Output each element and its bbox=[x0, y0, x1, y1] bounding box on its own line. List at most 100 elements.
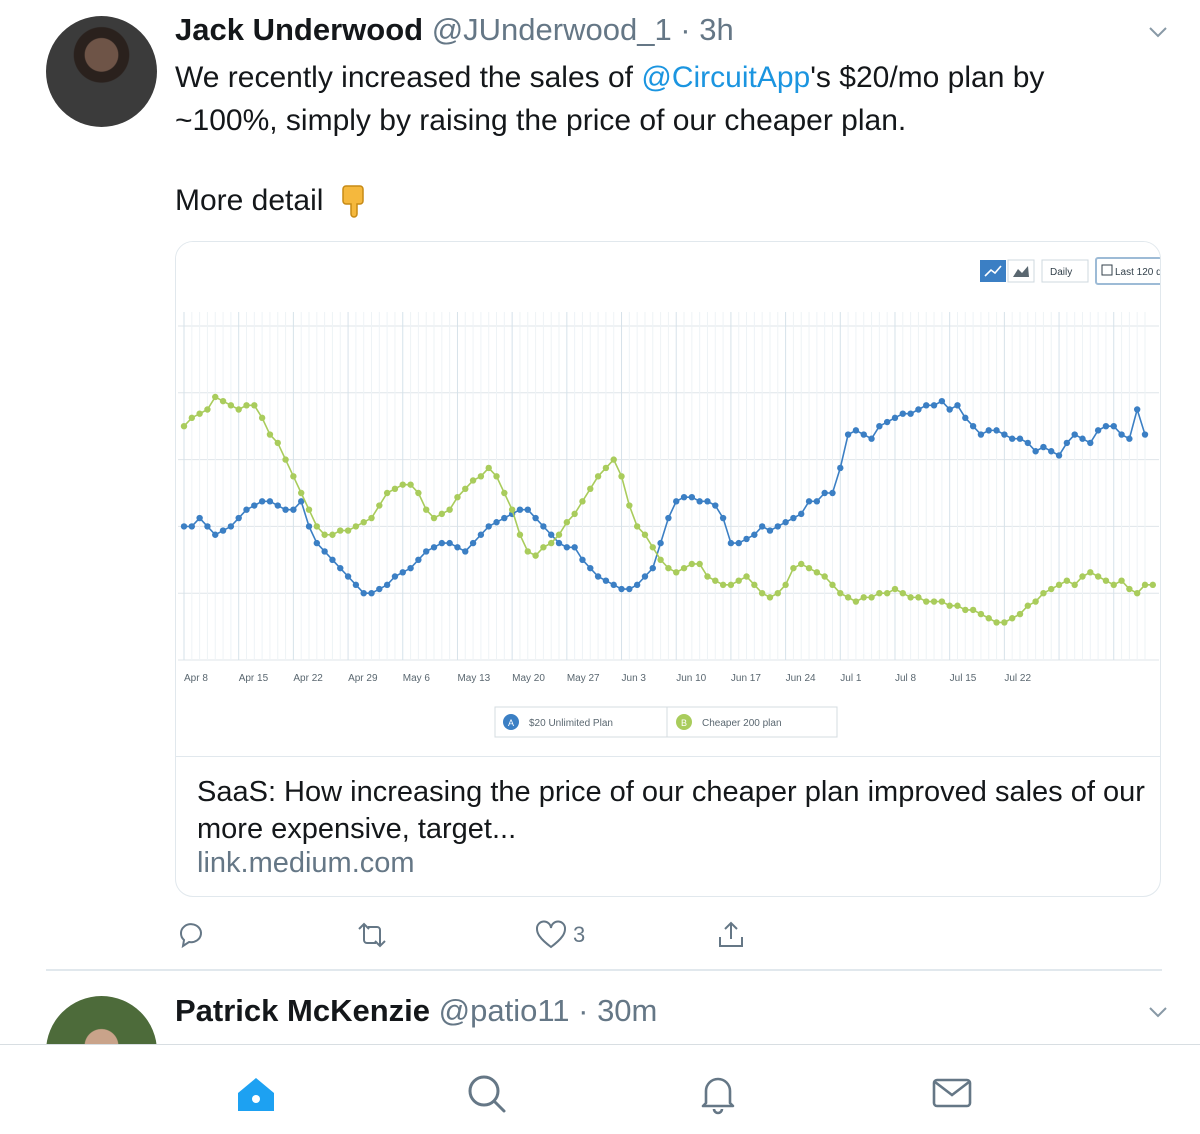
more-detail-label: More detail bbox=[175, 184, 324, 217]
series-point-1 bbox=[782, 581, 789, 589]
chart-controls: Daily Last 120 d bbox=[980, 257, 1161, 285]
author-handle[interactable]: @JUnderwood_1 bbox=[432, 12, 672, 47]
series-point-0 bbox=[383, 581, 391, 589]
author-handle[interactable]: @patio11 bbox=[439, 993, 570, 1028]
series-point-1 bbox=[688, 560, 696, 568]
author-name[interactable]: Jack Underwood bbox=[175, 12, 423, 47]
series-point-0 bbox=[462, 548, 469, 555]
series-point-0 bbox=[219, 527, 227, 534]
author-name[interactable]: Patrick McKenzie bbox=[175, 993, 430, 1028]
series-point-1 bbox=[727, 581, 735, 589]
series-point-0 bbox=[680, 493, 688, 501]
series-point-0 bbox=[688, 493, 696, 501]
mention-link[interactable]: @CircuitApp bbox=[641, 61, 810, 94]
series-point-1 bbox=[1048, 585, 1055, 593]
tweet-time[interactable]: 3h bbox=[699, 12, 733, 47]
x-tick-label: Jun 3 bbox=[622, 673, 647, 684]
like-button[interactable]: 3 bbox=[535, 915, 585, 955]
series-point-1 bbox=[712, 577, 719, 584]
chart-grid bbox=[178, 312, 1159, 661]
series-point-1 bbox=[360, 519, 367, 526]
series-point-0 bbox=[946, 406, 953, 413]
x-tick-label: Apr 22 bbox=[293, 673, 323, 684]
series-point-0 bbox=[423, 548, 430, 555]
series-point-1 bbox=[1141, 581, 1149, 589]
area-chart-toggle bbox=[1007, 259, 1035, 283]
series-point-0 bbox=[274, 502, 281, 509]
tweet-actions: 3 bbox=[175, 915, 775, 955]
series-point-1 bbox=[352, 523, 360, 530]
series-point-0 bbox=[907, 410, 914, 417]
tweet-divider bbox=[46, 969, 1162, 971]
series-point-1 bbox=[454, 493, 461, 501]
series-point-1 bbox=[1079, 573, 1086, 580]
series-point-1 bbox=[626, 502, 633, 509]
series-point-0 bbox=[1087, 439, 1094, 447]
series-point-1 bbox=[899, 590, 906, 597]
series-point-0 bbox=[1055, 452, 1063, 459]
series-point-1 bbox=[993, 619, 1000, 626]
series-point-1 bbox=[462, 485, 469, 493]
series-point-1 bbox=[516, 531, 524, 538]
series-point-0 bbox=[1110, 423, 1117, 430]
series-point-1 bbox=[282, 456, 289, 463]
chevron-down-icon[interactable] bbox=[1146, 20, 1170, 44]
series-point-1 bbox=[508, 506, 516, 513]
series-point-1 bbox=[798, 560, 805, 568]
range-label: Last 120 d bbox=[1115, 267, 1161, 278]
tweet-time[interactable]: 30m bbox=[597, 993, 657, 1028]
reply-button[interactable] bbox=[175, 915, 207, 955]
search-icon[interactable] bbox=[464, 1071, 508, 1115]
share-button[interactable] bbox=[715, 915, 747, 955]
series-point-0 bbox=[712, 502, 719, 509]
series-point-0 bbox=[282, 506, 289, 513]
series-point-0 bbox=[1008, 435, 1016, 442]
series-point-0 bbox=[1141, 431, 1149, 438]
series-point-1 bbox=[618, 473, 625, 480]
series-point-1 bbox=[696, 560, 703, 568]
chevron-down-icon[interactable] bbox=[1146, 1000, 1170, 1024]
series-point-1 bbox=[555, 531, 563, 538]
series-point-0 bbox=[571, 544, 578, 551]
series-point-0 bbox=[1079, 435, 1086, 442]
series-point-0 bbox=[1063, 439, 1071, 447]
tweet[interactable]: Jack Underwood @JUnderwood_1 · 3h We rec… bbox=[0, 0, 1200, 970]
retweet-button[interactable] bbox=[355, 915, 389, 955]
series-point-0 bbox=[368, 590, 375, 597]
series-point-0 bbox=[594, 573, 602, 580]
series-point-1 bbox=[571, 510, 578, 518]
x-tick-label: Jul 8 bbox=[895, 673, 917, 684]
x-tick-label: May 27 bbox=[567, 673, 600, 684]
series-point-1 bbox=[1001, 619, 1008, 626]
pointing-down-icon bbox=[342, 185, 364, 218]
series-point-1 bbox=[673, 569, 680, 576]
series-point-1 bbox=[602, 464, 610, 472]
series-point-0 bbox=[883, 418, 891, 426]
series-point-1 bbox=[813, 569, 821, 576]
series-point-0 bbox=[196, 514, 203, 522]
series-point-1 bbox=[852, 598, 860, 605]
series-point-1 bbox=[399, 481, 406, 488]
avatar[interactable] bbox=[46, 16, 157, 127]
tweet-text: We recently increased the sales of @Circ… bbox=[175, 56, 1135, 142]
home-icon[interactable] bbox=[234, 1071, 278, 1115]
series-point-0 bbox=[1071, 431, 1078, 438]
series-point-0 bbox=[235, 514, 242, 522]
bell-icon[interactable] bbox=[696, 1071, 740, 1115]
bottom-tab-bar bbox=[0, 1044, 1200, 1134]
series-point-1 bbox=[680, 564, 688, 572]
series-point-0 bbox=[391, 573, 399, 580]
series-point-1 bbox=[665, 564, 672, 572]
card-title[interactable]: SaaS: How increasing the price of our ch… bbox=[197, 774, 1147, 848]
series-point-0 bbox=[188, 523, 196, 530]
mail-icon[interactable] bbox=[930, 1071, 974, 1115]
series-point-1 bbox=[969, 606, 977, 614]
series-point-1 bbox=[1063, 577, 1071, 584]
series-point-1 bbox=[376, 502, 383, 509]
series-point-0 bbox=[602, 577, 610, 584]
series-point-1 bbox=[344, 527, 352, 534]
link-card[interactable]: Daily Last 120 d Apr 8 Apr 15 Apr 22 Apr 29… bbox=[175, 241, 1161, 897]
series-point-0 bbox=[977, 431, 985, 438]
separator-dot: · bbox=[569, 993, 598, 1028]
card-domain[interactable]: link.medium.com bbox=[197, 847, 415, 880]
